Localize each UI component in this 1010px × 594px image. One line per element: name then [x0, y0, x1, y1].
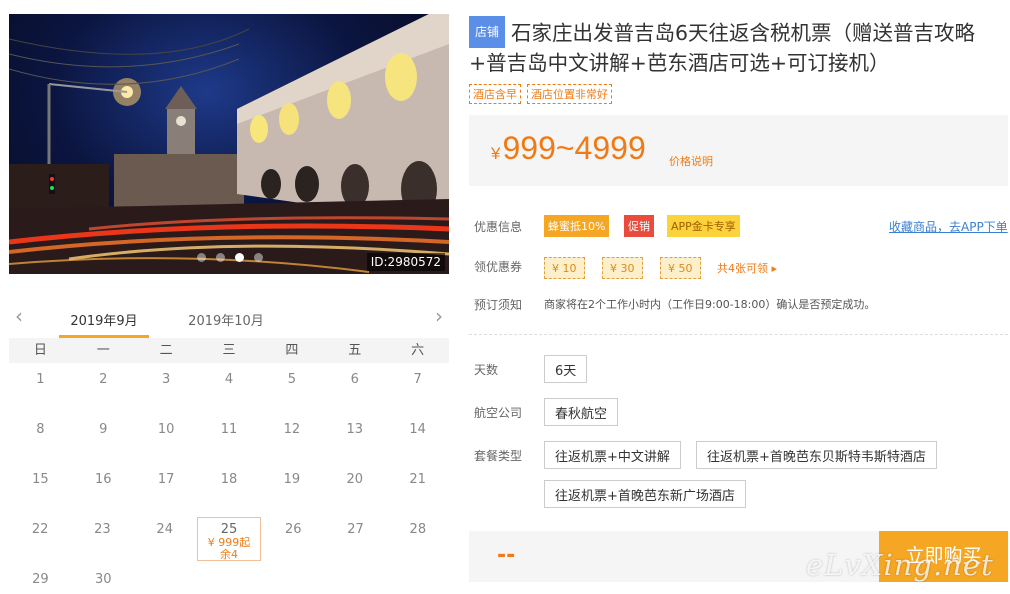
weekday-label: 五	[348, 343, 362, 358]
tab-month-october[interactable]: 2019年10月	[181, 310, 271, 329]
coupon-30[interactable]: ¥ 30	[602, 257, 643, 279]
price-explain-link[interactable]: 价格说明	[669, 153, 713, 169]
calendar-week-row: 15 16 17 18 19 20 21	[9, 463, 449, 513]
calendar-day: 12	[283, 422, 301, 437]
carousel-dots	[197, 253, 263, 262]
honey-discount-badge: 蜂蜜抵10%	[544, 215, 610, 237]
product-title-text: 石家庄出发普吉岛6天往返含税机票（赠送普吉攻略+普吉岛中文讲解+芭东酒店可选+可…	[469, 21, 976, 75]
calendar-day: 24	[156, 522, 173, 537]
currency-symbol: ¥	[491, 144, 501, 163]
calendar-day-empty	[135, 563, 198, 594]
calendar-month-nav: ‹ 2019年9月 2019年10月 ›	[9, 300, 449, 338]
chevron-left-icon[interactable]: ‹	[15, 304, 23, 328]
hero-photo-illustration	[9, 14, 449, 274]
calendar-day: 3	[162, 372, 171, 387]
site-watermark: eLvXing.net	[806, 548, 994, 582]
tab-month-september[interactable]: 2019年9月	[59, 310, 149, 338]
calendar-day: 20	[346, 472, 363, 487]
calendar-day-empty	[260, 563, 323, 594]
weekday-label: 六	[411, 343, 425, 358]
calendar-day: 15	[32, 472, 49, 487]
calendar-day: 16	[95, 472, 112, 487]
product-feature-tags: 酒店含早 酒店位置非常好	[469, 84, 612, 104]
all-coupons-link[interactable]: 共4张可领 ▸	[717, 260, 777, 276]
price-value: 999~4999	[502, 130, 646, 166]
calendar-week-row: 8 9 10 11 12 13 14	[9, 413, 449, 463]
calendar-day-empty	[386, 563, 449, 594]
price-range: ¥999~4999	[491, 130, 646, 167]
shop-tag: 店铺	[469, 16, 506, 48]
calendar-week-row: 22 23 24 25 ¥ 999起 余4 26 27 28	[9, 513, 449, 563]
calendar-day: 6	[350, 372, 359, 387]
calendar-day: 2	[99, 372, 108, 387]
promo-label: 优惠信息	[474, 220, 523, 234]
weekday-label: 四	[285, 343, 299, 358]
weekday-label: 二	[159, 343, 173, 358]
feature-tag: 酒店位置非常好	[527, 84, 612, 104]
airline-option[interactable]: 春秋航空	[544, 398, 619, 426]
calendar-day: 10	[157, 422, 175, 437]
carousel-dot[interactable]	[216, 253, 225, 262]
calendar-day: 9	[99, 422, 108, 437]
airline-label: 航空公司	[474, 406, 523, 420]
calendar-day: 27	[347, 522, 364, 537]
calendar-day: 5	[287, 372, 296, 387]
calendar-day-empty	[323, 563, 386, 594]
weekday-label: 三	[222, 343, 236, 358]
package-type-label: 套餐类型	[474, 449, 523, 463]
calendar-day: 1	[36, 372, 45, 387]
image-id-label: ID:2980572	[366, 253, 445, 271]
days-label: 天数	[474, 363, 499, 377]
coupons-label: 领优惠券	[474, 260, 523, 274]
price-box: ¥999~4999 价格说明	[469, 115, 1008, 186]
calendar-day: 28	[409, 522, 427, 537]
weekday-label: 一	[96, 343, 110, 358]
calendar-day: 7	[413, 372, 422, 387]
package-option[interactable]: 往返机票+首晚芭东贝斯特韦斯特酒店	[696, 441, 937, 469]
collect-go-app-link[interactable]: 收藏商品，去APP下单	[889, 218, 1008, 235]
calendar-weekday-header: 日 一 二 三 四 五 六	[9, 338, 449, 363]
carousel-dot[interactable]	[197, 253, 206, 262]
calendar-day-empty	[198, 563, 261, 594]
calendar-day: 23	[94, 522, 111, 537]
product-title: 店铺 石家庄出发普吉岛6天往返含税机票（赠送普吉攻略+普吉岛中文讲解+芭东酒店可选…	[469, 16, 1004, 78]
calendar-day: 30	[95, 572, 112, 587]
calendar-day-number: 25	[220, 522, 238, 537]
calendar-day: 19	[283, 472, 301, 487]
booking-notice-text: 商家将在2个工作小时内（工作日9:00-18:00）确认是否预定成功。	[544, 298, 876, 311]
calendar-week-row: 1 2 3 4 5 6 7	[9, 363, 449, 413]
calendar-day: 21	[409, 472, 426, 487]
calendar-day: 4	[224, 372, 234, 387]
calendar-day: 13	[346, 422, 363, 437]
calendar-day: 18	[220, 472, 238, 487]
calendar-day: 8	[36, 422, 45, 437]
carousel-dot-active[interactable]	[235, 253, 244, 262]
calendar-day: 14	[409, 422, 426, 437]
package-option[interactable]: 往返机票+中文讲解	[544, 441, 681, 469]
section-divider	[469, 334, 1008, 335]
days-option[interactable]: 6天	[544, 355, 588, 383]
calendar-day: 11	[220, 422, 238, 437]
product-hero-image[interactable]: ID:2980572	[9, 14, 449, 274]
calendar-day-available[interactable]: 25 ¥ 999起 余4	[196, 517, 262, 561]
calendar-day: 22	[31, 522, 49, 537]
calendar-grid: 1 2 3 4 5 6 7 8 9 10 11 12 13 14 15 16 1…	[9, 363, 449, 594]
calendar-day: 26	[284, 522, 302, 537]
selected-price: --	[497, 543, 516, 568]
app-gold-card-badge: APP金卡专享	[667, 215, 740, 237]
coupon-50[interactable]: ¥ 50	[660, 257, 701, 279]
coupon-10[interactable]: ¥ 10	[544, 257, 585, 279]
package-option[interactable]: 往返机票+首晚芭东新广场酒店	[544, 480, 746, 508]
feature-tag: 酒店含早	[469, 84, 521, 104]
product-title-block: 店铺 石家庄出发普吉岛6天往返含税机票（赠送普吉攻略+普吉岛中文讲解+芭东酒店可选…	[469, 16, 1004, 78]
calendar-day: 29	[32, 572, 49, 587]
promotion-badge: 促销	[624, 215, 654, 237]
chevron-right-icon[interactable]: ›	[435, 304, 443, 328]
carousel-dot[interactable]	[254, 253, 263, 262]
weekday-label: 日	[33, 343, 47, 358]
calendar-day-remaining: 余4	[219, 548, 238, 561]
calendar-week-row: 29 30	[9, 563, 449, 594]
booking-notice-label: 预订须知	[474, 298, 523, 312]
calendar-day: 17	[157, 472, 175, 487]
